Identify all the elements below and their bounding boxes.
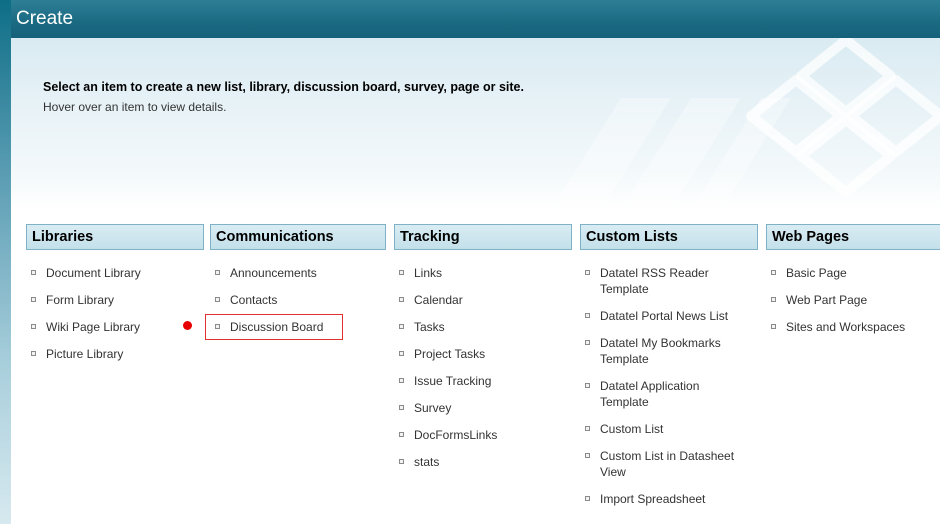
page-title-bar: Create (11, 0, 940, 38)
bullet-icon (585, 270, 590, 275)
column-header-tracking: Tracking (394, 224, 572, 250)
bullet-icon (399, 297, 404, 302)
list-item[interactable]: Document Library (29, 265, 204, 281)
list-item[interactable]: Import Spreadsheet (583, 491, 748, 507)
list-item[interactable]: Datatel Application Template (583, 378, 748, 410)
column-header-web-pages: Web Pages (766, 224, 940, 250)
column-libraries: Libraries Document Library Form Library … (26, 224, 204, 373)
bullet-icon (585, 313, 590, 318)
list-item[interactable]: Datatel My Bookmarks Template (583, 335, 748, 367)
bullet-icon (585, 496, 590, 501)
bullet-icon (31, 270, 36, 275)
list-item[interactable]: stats (397, 454, 572, 470)
bullet-icon (771, 324, 776, 329)
bullet-icon (399, 459, 404, 464)
column-tracking: Tracking Links Calendar Tasks Project Ta… (394, 224, 572, 481)
bullet-icon (585, 340, 590, 345)
bullet-icon (399, 351, 404, 356)
bullet-icon (31, 351, 36, 356)
bullet-icon (31, 297, 36, 302)
list-item[interactable]: Basic Page (769, 265, 940, 281)
list-item[interactable]: Form Library (29, 292, 204, 308)
list-item[interactable]: Contacts (213, 292, 386, 308)
bullet-icon (585, 453, 590, 458)
list-item[interactable]: Announcements (213, 265, 386, 281)
bullet-icon (771, 270, 776, 275)
bullet-icon (399, 405, 404, 410)
banner-heading: Select an item to create a new list, lib… (43, 80, 524, 94)
bullet-icon (399, 432, 404, 437)
list-item[interactable]: Datatel RSS Reader Template (583, 265, 748, 297)
bullet-icon (399, 324, 404, 329)
list-item[interactable]: Custom List in Datasheet View (583, 448, 748, 480)
list-item[interactable]: Issue Tracking (397, 373, 572, 389)
bullet-icon (31, 324, 36, 329)
list-item[interactable]: Project Tasks (397, 346, 572, 362)
column-header-communications: Communications (210, 224, 386, 250)
column-custom-lists: Custom Lists Datatel RSS Reader Template… (580, 224, 758, 518)
list-item[interactable]: Links (397, 265, 572, 281)
bullet-icon (399, 270, 404, 275)
list-item[interactable]: DocFormsLinks (397, 427, 572, 443)
bullet-icon (215, 270, 220, 275)
column-header-custom-lists: Custom Lists (580, 224, 758, 250)
column-header-libraries: Libraries (26, 224, 204, 250)
list-item[interactable]: Wiki Page Library (29, 319, 204, 335)
bullet-icon (215, 297, 220, 302)
list-item[interactable]: Picture Library (29, 346, 204, 362)
bullet-icon (585, 426, 590, 431)
bullet-icon (585, 383, 590, 388)
highlight-box (205, 314, 343, 340)
banner-subtext: Hover over an item to view details. (43, 100, 227, 114)
column-web-pages: Web Pages Basic Page Web Part Page Sites… (766, 224, 940, 346)
left-accent-stripe (0, 0, 11, 524)
list-item[interactable]: Survey (397, 400, 572, 416)
list-item[interactable]: Custom List (583, 421, 748, 437)
list-item[interactable]: Calendar (397, 292, 572, 308)
banner: Select an item to create a new list, lib… (11, 38, 940, 210)
page-title: Create (16, 8, 74, 29)
bullet-icon (399, 378, 404, 383)
red-marker-dot (183, 321, 192, 330)
list-item[interactable]: Tasks (397, 319, 572, 335)
bullet-icon (771, 297, 776, 302)
list-item[interactable]: Sites and Workspaces (769, 319, 940, 335)
list-item[interactable]: Datatel Portal News List (583, 308, 748, 324)
list-item[interactable]: Web Part Page (769, 292, 940, 308)
banner-decoration (551, 38, 940, 210)
